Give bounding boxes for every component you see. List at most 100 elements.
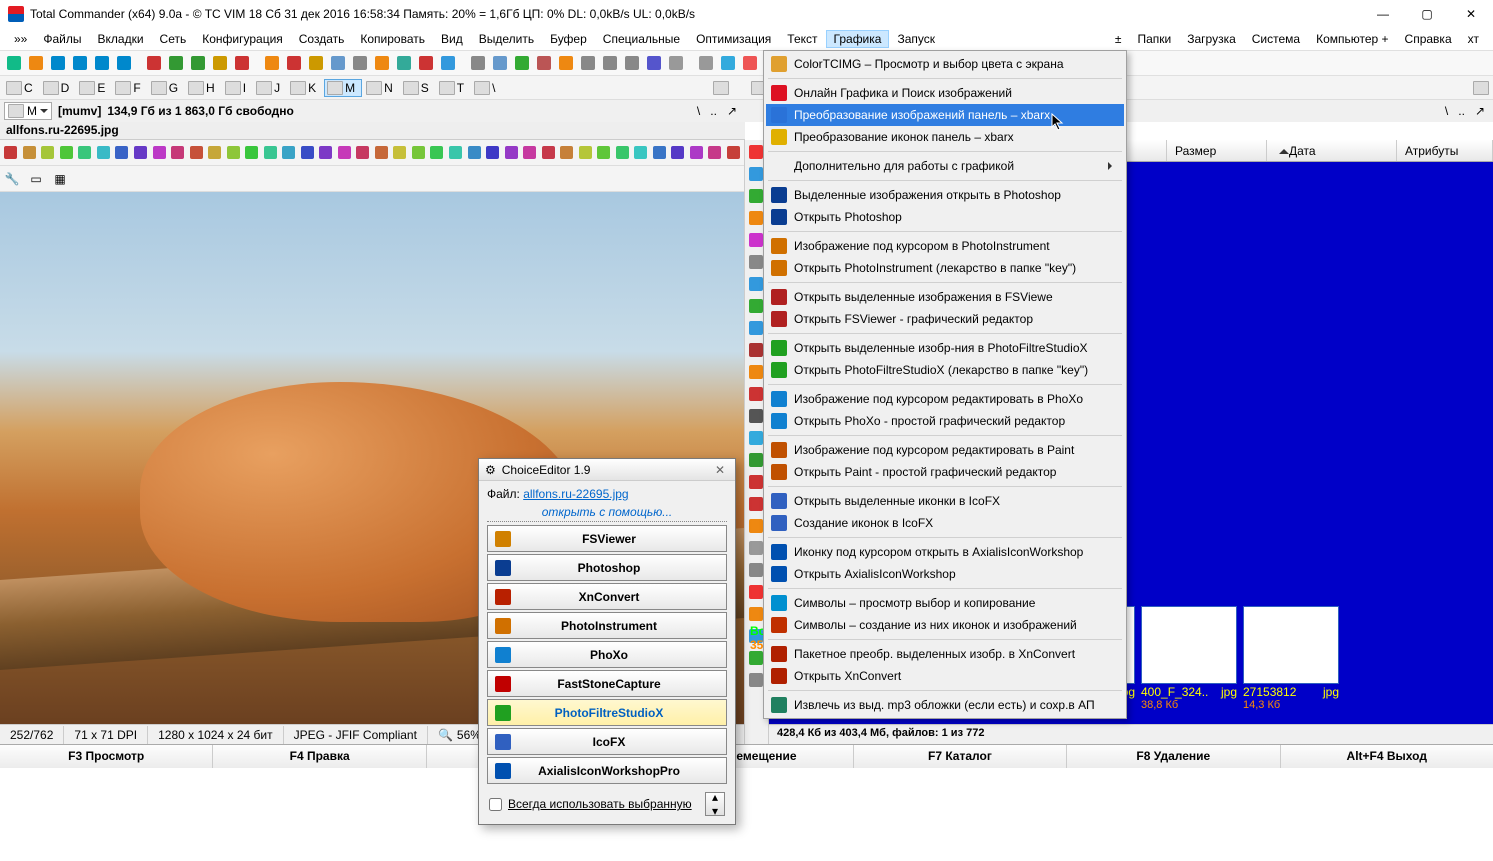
- toolbar-icon-18[interactable]: [416, 53, 436, 73]
- toolbar-icon-23[interactable]: [534, 53, 554, 73]
- gfx-menu-item[interactable]: Открыть XnConvert: [766, 665, 1124, 687]
- toolbar-icon-22[interactable]: [512, 53, 532, 73]
- gfx-menu-item[interactable]: Изображение под курсором в PhotoInstrume…: [766, 235, 1124, 257]
- gfx-menu-item[interactable]: Открыть выделенные изобр-ния в PhotoFilt…: [766, 337, 1124, 359]
- rect-icon[interactable]: ▭: [26, 169, 46, 189]
- close-icon[interactable]: ✕: [711, 463, 729, 477]
- lister-icon-9[interactable]: [169, 143, 187, 163]
- always-use-checkbox[interactable]: [489, 798, 502, 811]
- toolbar-icon-25[interactable]: [578, 53, 598, 73]
- lister-icon-12[interactable]: [224, 143, 242, 163]
- lister-icon-22[interactable]: [410, 143, 428, 163]
- lister-icon-31[interactable]: [576, 143, 594, 163]
- menu-Текст[interactable]: Текст: [779, 30, 825, 48]
- gfx-menu-item[interactable]: Создание иконок в IcoFX: [766, 512, 1124, 534]
- drive-extra-icon[interactable]: [713, 81, 729, 95]
- drive-G[interactable]: G: [149, 80, 184, 96]
- fkey[interactable]: F3 Просмотр: [0, 745, 213, 768]
- drive-N[interactable]: N: [364, 80, 399, 96]
- lister-icon-26[interactable]: [484, 143, 502, 163]
- gfx-menu-item[interactable]: Онлайн Графика и Поиск изображений: [766, 82, 1124, 104]
- menu-Специальные[interactable]: Специальные: [595, 30, 688, 48]
- lister-icon-8[interactable]: [150, 143, 168, 163]
- menu-marker-right[interactable]: ±: [1107, 30, 1130, 48]
- toolbar-icon-2[interactable]: [48, 53, 68, 73]
- menu-Справка[interactable]: Справка: [1397, 30, 1460, 48]
- drive-I[interactable]: I: [223, 80, 252, 96]
- drive-H[interactable]: H: [186, 80, 221, 96]
- gfx-menu-item[interactable]: Символы – создание из них иконок и изобр…: [766, 614, 1124, 636]
- gfx-menu-item[interactable]: Дополнительно для работы с графикой: [766, 155, 1124, 177]
- choice-editor-dialog[interactable]: ⚙ ChoiceEditor 1.9 ✕ Файл: allfons.ru-22…: [478, 458, 736, 825]
- drive-C[interactable]: C: [4, 80, 39, 96]
- toolbar-icon-5[interactable]: [114, 53, 134, 73]
- fkey[interactable]: F7 Каталог: [854, 745, 1067, 768]
- toolbar-icon-30[interactable]: [696, 53, 716, 73]
- drive-T[interactable]: T: [437, 80, 470, 96]
- fkey[interactable]: F4 Правка: [213, 745, 426, 768]
- gfx-menu-item[interactable]: Открыть Paint - простой графический реда…: [766, 461, 1124, 483]
- toolbar-icon-14[interactable]: [328, 53, 348, 73]
- tool-icon[interactable]: 🔧: [2, 169, 22, 189]
- menu-marker-left[interactable]: »»: [6, 30, 35, 48]
- lister-icon-25[interactable]: [465, 143, 483, 163]
- toolbar-icon-27[interactable]: [622, 53, 642, 73]
- lister-icon-23[interactable]: [428, 143, 446, 163]
- drive-extra-icon[interactable]: [1473, 81, 1489, 95]
- minimize-button[interactable]: —: [1369, 3, 1397, 25]
- menu-Система[interactable]: Система: [1244, 30, 1308, 48]
- menu-Конфигурация[interactable]: Конфигурация: [194, 30, 291, 48]
- lister-icon-17[interactable]: [317, 143, 335, 163]
- menu-Загрузка[interactable]: Загрузка: [1179, 30, 1244, 48]
- toolbar-icon-16[interactable]: [372, 53, 392, 73]
- toolbar-icon-19[interactable]: [438, 53, 458, 73]
- lister-icon-24[interactable]: [447, 143, 465, 163]
- gfx-menu-item[interactable]: Открыть PhoXo - простой графический реда…: [766, 410, 1124, 432]
- toolbar-icon-12[interactable]: [284, 53, 304, 73]
- menu-Папки[interactable]: Папки: [1129, 30, 1179, 48]
- drive-J[interactable]: J: [254, 80, 286, 96]
- lister-icon-7[interactable]: [132, 143, 150, 163]
- toolbar-icon-17[interactable]: [394, 53, 414, 73]
- fkey[interactable]: Alt+F4 Выход: [1281, 745, 1493, 768]
- lister-icon-37[interactable]: [688, 143, 706, 163]
- drive-selector-left[interactable]: M: [4, 102, 52, 120]
- lister-icon-21[interactable]: [391, 143, 409, 163]
- col-date[interactable]: Дата: [1267, 140, 1397, 161]
- gfx-menu-item[interactable]: Открыть AxialisIconWorkshop: [766, 563, 1124, 585]
- menu-Оптимизация[interactable]: Оптимизация: [688, 30, 779, 48]
- path-external-icon[interactable]: ↗: [727, 104, 737, 118]
- lister-icon-18[interactable]: [336, 143, 354, 163]
- toolbar-icon-20[interactable]: [468, 53, 488, 73]
- choice-row-PhotoInstrument[interactable]: PhotoInstrument: [487, 612, 727, 639]
- drive-F[interactable]: F: [113, 80, 146, 96]
- lister-icon-1[interactable]: [21, 143, 39, 163]
- choice-row-Photoshop[interactable]: Photoshop: [487, 554, 727, 581]
- toolbar-icon-24[interactable]: [556, 53, 576, 73]
- lister-icon-34[interactable]: [632, 143, 650, 163]
- lister-icon-16[interactable]: [299, 143, 317, 163]
- toolbar-icon-7[interactable]: [166, 53, 186, 73]
- toolbar-icon-10[interactable]: [232, 53, 252, 73]
- close-button[interactable]: ✕: [1457, 3, 1485, 25]
- lister-icon-20[interactable]: [373, 143, 391, 163]
- gfx-menu-item[interactable]: Открыть PhotoFiltreStudioX (лекарство в …: [766, 359, 1124, 381]
- drive-D[interactable]: D: [41, 80, 76, 96]
- lister-icon-5[interactable]: [95, 143, 113, 163]
- toolbar-icon-29[interactable]: [666, 53, 686, 73]
- path-root-icon[interactable]: \: [697, 104, 700, 118]
- gfx-menu-item[interactable]: Открыть FSViewer - графический редактор: [766, 308, 1124, 330]
- gfx-menu-item[interactable]: Символы – просмотр выбор и копирование: [766, 592, 1124, 614]
- toolbar-icon-21[interactable]: [490, 53, 510, 73]
- gfx-menu-item[interactable]: Преобразование изображений панель – xbar…: [766, 104, 1124, 126]
- menu-Сеть[interactable]: Сеть: [152, 30, 195, 48]
- drive-E[interactable]: E: [77, 80, 111, 96]
- choice-row-XnConvert[interactable]: XnConvert: [487, 583, 727, 610]
- choice-file-link[interactable]: allfons.ru-22695.jpg: [523, 487, 628, 501]
- gfx-menu-item[interactable]: ColorTCIMG – Просмотр и выбор цвета с эк…: [766, 53, 1124, 75]
- always-use-label[interactable]: Всегда использовать выбранную: [508, 797, 692, 811]
- toolbar-icon-1[interactable]: [26, 53, 46, 73]
- menu-Запуск[interactable]: Запуск: [889, 30, 943, 48]
- gfx-menu-item[interactable]: Открыть выделенные иконки в IcoFX: [766, 490, 1124, 512]
- choice-row-PhotoFiltreStudioX[interactable]: PhotoFiltreStudioX: [487, 699, 727, 726]
